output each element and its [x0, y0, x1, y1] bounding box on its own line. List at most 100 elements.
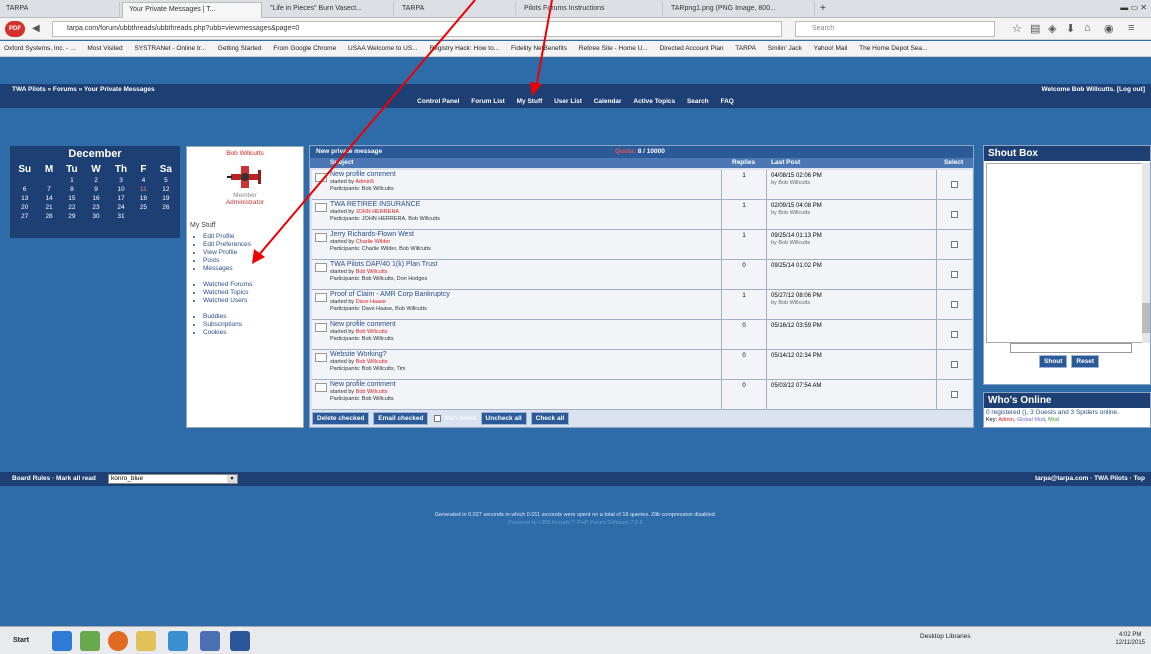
star-icon[interactable]: ☆ [1012, 22, 1022, 35]
bookmark[interactable]: TARPA [735, 45, 756, 52]
link-watched-forums[interactable]: Watched Forums [203, 281, 303, 289]
message-subject[interactable]: New profile comment [330, 321, 721, 329]
uncheck-all-button[interactable]: Uncheck all [480, 412, 527, 425]
link-view-profile[interactable]: View Profile [203, 249, 303, 257]
check-all-button[interactable]: Check all [530, 412, 570, 425]
calendar-day[interactable]: 13 [10, 194, 39, 203]
app-icon[interactable] [80, 631, 100, 651]
calendar-month[interactable]: December [10, 146, 180, 162]
back-arrow-icon[interactable]: ◀ [32, 22, 46, 36]
select-checkbox[interactable] [951, 271, 958, 278]
link-posts[interactable]: Posts [203, 257, 303, 265]
calendar-day[interactable]: 29 [59, 212, 85, 221]
bookmark[interactable]: SYSTRANet - Online tr... [134, 45, 206, 52]
bookmark[interactable]: Most Visited [87, 45, 122, 52]
calendar-day[interactable]: 19 [152, 194, 180, 203]
shout-box-messages[interactable] [986, 163, 1146, 343]
browser-tab[interactable]: "Life in Pieces" Burn Vasect... [264, 2, 394, 18]
calendar-day[interactable]: 26 [152, 203, 180, 212]
calendar-day[interactable]: 27 [10, 212, 39, 221]
browser-tab-active[interactable]: Your Private Messages | T... [122, 2, 262, 18]
select-checkbox[interactable] [951, 391, 958, 398]
bookmark[interactable]: Retiree Site - Home U... [579, 45, 648, 52]
calendar-day[interactable]: 16 [85, 194, 107, 203]
calendar-day[interactable]: 14 [39, 194, 58, 203]
message-subject[interactable]: New profile comment [330, 171, 721, 179]
menu-user-list[interactable]: User List [554, 98, 582, 105]
delete-checked-button[interactable]: Delete checked [312, 412, 370, 425]
menu-my-stuff[interactable]: My Stuff [517, 98, 543, 105]
message-subject[interactable]: New profile comment [330, 381, 721, 389]
message-subject[interactable]: TWA RETIREE INSURANCE [330, 201, 721, 209]
calendar-day[interactable]: 2 [85, 176, 107, 185]
shout-button[interactable]: Shout [1039, 355, 1068, 368]
bookmark[interactable]: Fidelity NetBenefits [511, 45, 567, 52]
calendar-day[interactable]: 7 [39, 185, 58, 194]
link-messages[interactable]: Messages [203, 265, 303, 273]
ie-icon[interactable] [52, 631, 72, 651]
calendar-day[interactable]: 12 [152, 185, 180, 194]
url-bar[interactable]: tarpa.com/forum/ubbthreads/ubbthreads.ph… [52, 21, 782, 37]
reset-button[interactable]: Reset [1071, 355, 1100, 368]
folder-icon[interactable] [136, 631, 156, 651]
bookmark[interactable]: The Home Depot Sea... [859, 45, 927, 52]
app-icon[interactable] [200, 631, 220, 651]
link-edit-preferences[interactable]: Edit Preferences [203, 241, 303, 249]
link-buddies[interactable]: Buddies [203, 313, 303, 321]
select-checkbox[interactable] [951, 361, 958, 368]
calendar-day[interactable]: 9 [85, 185, 107, 194]
menu-icon[interactable]: ≡ [1128, 22, 1134, 34]
bookmark[interactable]: From Google Chrome [273, 45, 336, 52]
welcome-text[interactable]: Welcome Bob Willcutts. [Log out] [1042, 86, 1145, 93]
menu-faq[interactable]: FAQ [720, 98, 733, 105]
calendar-day[interactable]: 25 [135, 203, 152, 212]
link-subscriptions[interactable]: Subscriptions [203, 321, 303, 329]
bookmark[interactable]: USAA Welcome to US... [348, 45, 418, 52]
word-icon[interactable] [230, 631, 250, 651]
menu-active-topics[interactable]: Active Topics [633, 98, 675, 105]
menu-calendar[interactable]: Calendar [594, 98, 622, 105]
browser-tab[interactable]: TARPA [0, 2, 120, 18]
calendar-day[interactable]: 21 [39, 203, 58, 212]
download-icon[interactable]: ⬇ [1066, 22, 1075, 35]
calendar-day[interactable]: 30 [85, 212, 107, 221]
libraries-toolbar[interactable]: Desktop Libraries [920, 633, 971, 640]
calendar-day[interactable]: 18 [135, 194, 152, 203]
message-subject[interactable]: Website Working? [330, 351, 721, 359]
sync-icon[interactable]: ◉ [1104, 22, 1114, 35]
calendar-day[interactable]: 31 [107, 212, 135, 221]
menu-control-panel[interactable]: Control Panel [417, 98, 459, 105]
calendar-day[interactable]: 5 [152, 176, 180, 185]
calendar-day[interactable]: 28 [39, 212, 58, 221]
select-checkbox[interactable] [951, 181, 958, 188]
message-subject[interactable]: TWA Pilots DAP/40 1(k) Plan Trust [330, 261, 721, 269]
calendar-day[interactable]: 10 [107, 185, 135, 194]
link-cookies[interactable]: Cookies [203, 329, 303, 337]
bookmark[interactable]: Getting Started [218, 45, 262, 52]
calendar-day[interactable]: 23 [85, 203, 107, 212]
select-checkbox[interactable] [951, 301, 958, 308]
pdf-icon[interactable]: PDF [5, 21, 25, 37]
bookmark[interactable]: Oxford Systems, Inc. - ... [4, 45, 76, 52]
scrollbar[interactable] [1142, 163, 1150, 343]
message-subject[interactable]: Jerry Richards-Flown West [330, 231, 721, 239]
calendar-day[interactable]: 1 [59, 176, 85, 185]
reading-list-icon[interactable]: ▤ [1030, 22, 1040, 35]
message-subject[interactable]: Proof of Claim - AMR Corp Bankruptcy [330, 291, 721, 299]
calendar-day[interactable]: 24 [107, 203, 135, 212]
browser-tab[interactable]: TARpng1.png (PNG Image, 800... [665, 2, 815, 18]
then-delete-checkbox[interactable]: then delete [432, 412, 478, 425]
calendar-day[interactable]: 3 [107, 176, 135, 185]
home-icon[interactable]: ⌂ [1084, 22, 1091, 34]
calendar-day[interactable]: 4 [135, 176, 152, 185]
board-rules-link[interactable]: Board Rules · Mark all read [12, 475, 96, 482]
email-checked-button[interactable]: Email checked [373, 412, 429, 425]
breadcrumb[interactable]: TWA Pilots » Forums » Your Private Messa… [12, 86, 155, 93]
powered-by[interactable]: Powered by UBB.threads™ PHP Forum Softwa… [0, 520, 1151, 526]
start-button[interactable]: Start [3, 633, 43, 649]
theme-select[interactable]: konro_blue ▼ [108, 474, 238, 484]
link-watched-users[interactable]: Watched Users [203, 297, 303, 305]
new-tab-icon[interactable]: + [818, 2, 832, 18]
window-controls-icon[interactable]: ▬ ▭ ✕ [1120, 3, 1147, 12]
calendar-day[interactable]: 22 [59, 203, 85, 212]
